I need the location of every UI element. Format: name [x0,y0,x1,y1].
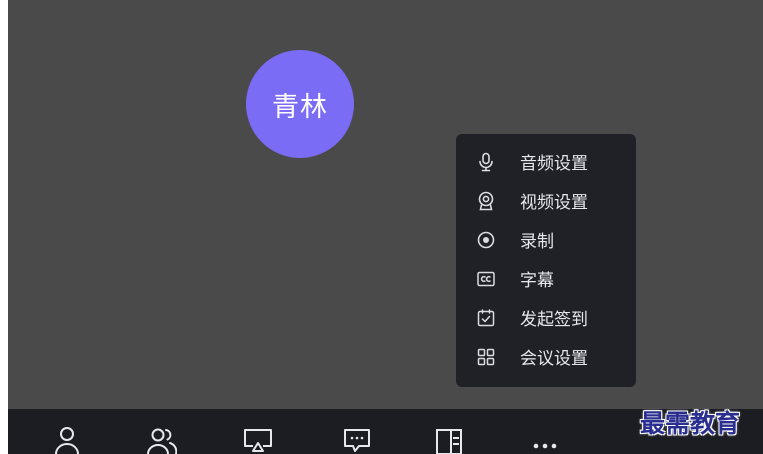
grid-settings-icon [476,347,496,367]
share-screen-button[interactable] [243,427,273,454]
menu-item-record[interactable]: 录制 [456,220,636,259]
side-panel-icon [435,427,463,454]
participants-button[interactable] [147,427,178,454]
participants-icon [147,427,178,454]
record-icon [476,230,496,250]
webcam-icon [476,191,496,211]
user-icon [54,427,80,454]
menu-item-audio-settings[interactable]: 音频设置 [456,142,636,181]
share-screen-icon [243,427,273,454]
watermark-logo: 最需教育 [640,409,741,438]
menu-item-label: 录制 [520,232,554,252]
microphone-icon [476,152,496,172]
menu-item-label: 会议设置 [520,349,588,369]
menu-item-video-settings[interactable]: 视频设置 [456,181,636,220]
more-options-menu: 音频设置 视频设置 录制 字幕 发起签到 会议设置 [456,134,636,387]
chat-button[interactable] [342,427,372,454]
menu-item-meeting-settings[interactable]: 会议设置 [456,337,636,376]
menu-item-check-in[interactable]: 发起签到 [456,298,636,337]
chat-icon [343,427,371,454]
menu-item-captions[interactable]: 字幕 [456,259,636,298]
side-panel-button[interactable] [434,427,464,454]
more-button[interactable] [530,427,560,454]
menu-item-label: 字幕 [520,271,554,291]
closed-caption-icon [476,269,496,289]
participant-avatar: 青林 [246,50,354,158]
participant-name: 青林 [272,91,328,123]
meeting-window: 青林 音频设置 视频设置 录制 字幕 发起签到 会议设置 [8,0,763,454]
user-button[interactable] [52,427,82,454]
menu-item-label: 发起签到 [520,310,588,330]
menu-item-label: 视频设置 [520,193,588,213]
check-in-icon [476,308,496,328]
menu-item-label: 音频设置 [520,154,588,174]
more-icon [530,427,560,454]
